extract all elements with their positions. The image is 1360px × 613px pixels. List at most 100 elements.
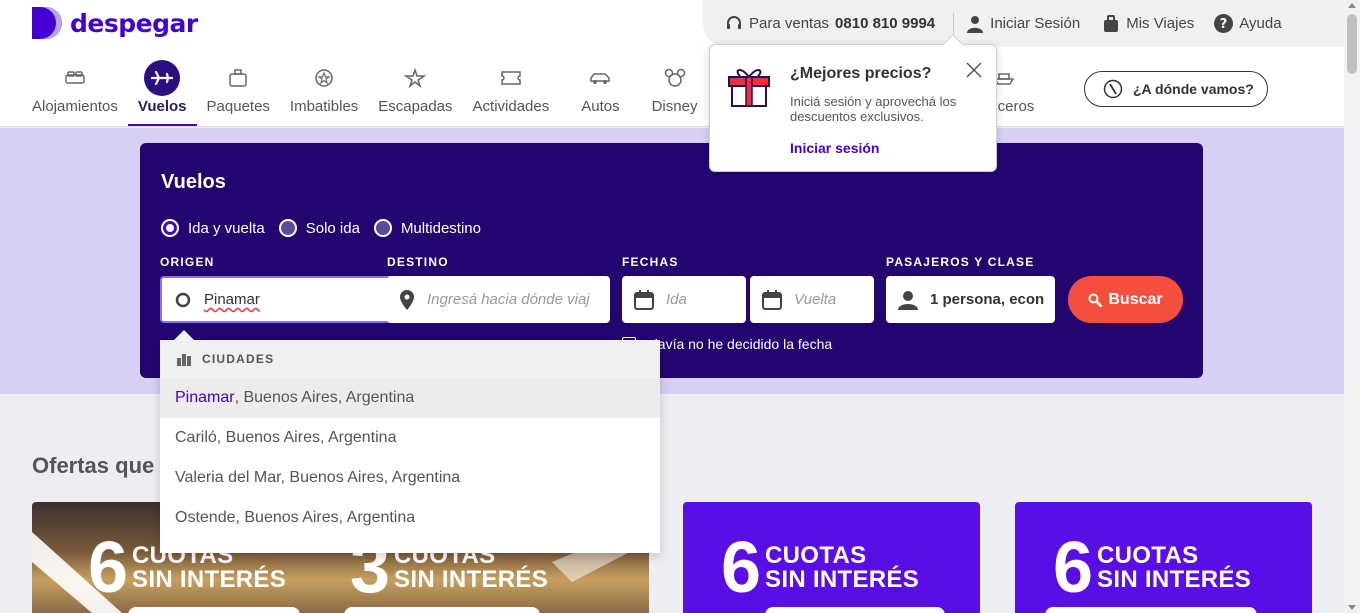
nav-label: Imbatibles [289, 98, 359, 115]
passengers-selector[interactable]: 1 persona, econ [886, 276, 1055, 323]
compass-icon [1103, 79, 1123, 99]
divider [953, 12, 955, 35]
promo-line2: SIN INTERÉS [1097, 566, 1252, 593]
promo-badge: 6 CUOTAS SIN INTERÉS [721, 528, 920, 608]
promo-line2: SIN INTERÉS [394, 566, 549, 593]
popover-body: Iniciá sesión y aprovechá los descuentos… [790, 94, 957, 124]
radio-dot [161, 219, 179, 237]
nav-label: Paquetes [206, 98, 270, 115]
origin-autocomplete: CIUDADES Pinamar, Buenos Aires, Argentin… [160, 330, 660, 553]
radio-solo-ida[interactable]: Solo ida [278, 219, 360, 237]
promo-pill [344, 607, 540, 613]
popover-title: ¿Mejores precios? [790, 65, 932, 82]
gift-icon [728, 69, 770, 107]
offer-card[interactable]: 6 CUOTAS SIN INTERÉS [1015, 502, 1312, 613]
option-rest: Ostende, Buenos Aires, Argentina [175, 509, 416, 526]
nav-item-alojamientos[interactable]: Alojamientos [22, 60, 128, 126]
dropdown-option[interactable]: Valeria del Mar, Buenos Aires, Argentina [160, 458, 660, 498]
svg-text:?: ? [1220, 17, 1228, 32]
suitcase-icon [1104, 14, 1119, 32]
promo-number: 6 [721, 528, 762, 608]
help-link[interactable]: ? Ayuda [1214, 14, 1282, 33]
close-icon[interactable] [965, 61, 983, 79]
star-icon [397, 60, 433, 96]
buildings-icon [177, 354, 191, 366]
login-link[interactable]: Iniciar Sesión [966, 15, 1080, 33]
promo-line2: SIN INTERÉS [132, 566, 287, 593]
headset-icon [727, 15, 741, 29]
promo-pill [765, 607, 945, 613]
promo-line2: SIN INTERÉS [765, 566, 920, 593]
user-icon [967, 15, 984, 33]
promo-line1: CUOTAS [765, 542, 867, 569]
promo-pill [128, 607, 300, 613]
location-pin-icon [400, 289, 414, 310]
dropdown-header-label: CIUDADES [202, 352, 275, 366]
logo-icon [32, 7, 62, 39]
search-button-label: Buscar [1108, 290, 1163, 308]
sales-phone[interactable]: Para ventas 0810 810 9994 [725, 15, 935, 33]
person-icon [898, 290, 918, 310]
header: despegar Para ventas 0810 810 9994 Inici… [0, 0, 1344, 127]
passengers-value: 1 persona, econ [930, 291, 1045, 308]
search-button[interactable]: Buscar [1068, 276, 1183, 323]
offer-card[interactable]: 6 CUOTAS SIN INTERÉS [683, 502, 980, 613]
radio-label: Solo ida [305, 219, 360, 237]
destination-input[interactable]: Ingresá hacia dónde viaj [387, 276, 610, 323]
luggage-icon [220, 60, 256, 96]
nav-item-vuelos[interactable]: Vuelos [127, 60, 197, 126]
radio-multidestino[interactable]: Multidestino [373, 219, 481, 237]
sales-prefix: Para ventas [749, 15, 830, 32]
nav-label: Disney [651, 98, 698, 115]
radio-label: Ida y vuelta [188, 219, 265, 237]
nav-item-disney[interactable]: Disney [642, 60, 708, 126]
scroll-down-arrow[interactable] [1348, 605, 1356, 610]
help-label: Ayuda [1239, 15, 1282, 32]
login-promo-popover: ¿Mejores precios? Iniciá sesión y aprove… [709, 34, 997, 172]
plane-icon [144, 60, 181, 96]
scroll-up-arrow[interactable] [1348, 3, 1356, 8]
origin-circle-icon [175, 292, 191, 307]
nav-label: Escapadas [378, 98, 453, 115]
nav-label: Vuelos [137, 98, 187, 115]
radio-ida-y-vuelta[interactable]: Ida y vuelta [161, 219, 265, 237]
search-icon [1088, 293, 1103, 307]
search-title: Vuelos [161, 171, 226, 193]
origin-input[interactable]: Pinamar [160, 276, 402, 323]
nav-item-imbatibles[interactable]: Imbatibles [280, 60, 368, 126]
dropdown-option[interactable]: Cariló, Buenos Aires, Argentina [160, 418, 660, 458]
option-rest: , Buenos Aires, Argentina [234, 389, 415, 406]
nav-item-escapadas[interactable]: Escapadas [368, 60, 462, 126]
my-trips-link[interactable]: Mis Viajes [1102, 14, 1194, 33]
nav-item-paquetes[interactable]: Paquetes [197, 60, 280, 126]
return-date-input[interactable]: Vuelta [750, 276, 874, 323]
promo-line1: CUOTAS [1097, 542, 1199, 569]
nav-item-autos[interactable]: Autos [559, 60, 641, 126]
depart-date-input[interactable]: Ida [622, 276, 746, 323]
sales-phone-number: 0810 810 9994 [835, 15, 936, 32]
origin-value: Pinamar [204, 291, 260, 308]
scroll-thumb[interactable] [1347, 14, 1357, 74]
where-to-go-label: ¿A dónde vamos? [1133, 81, 1254, 97]
nav-label: Actividades [472, 98, 550, 115]
dropdown-option[interactable]: Pinamar, Buenos Aires, Argentina [160, 378, 660, 418]
car-icon [582, 60, 618, 96]
promo-number: 6 [88, 528, 129, 608]
dropdown-option[interactable]: Ostende, Buenos Aires, Argentina [160, 498, 660, 538]
calendar-icon [634, 289, 654, 310]
radio-label: Multidestino [400, 219, 481, 237]
destination-placeholder: Ingresá hacia dónde viaj [427, 291, 590, 308]
calendar-icon [762, 289, 782, 310]
logo[interactable]: despegar [32, 7, 198, 39]
passengers-label: PASAJEROS Y CLASE [886, 255, 1035, 269]
nav-item-actividades[interactable]: Actividades [463, 60, 560, 126]
return-placeholder: Vuelta [794, 291, 837, 308]
where-to-go-button[interactable]: ¿A dónde vamos? [1084, 71, 1268, 107]
popover-login-link[interactable]: Iniciar sesión [790, 140, 879, 156]
promo-badge: 6 CUOTAS SIN INTERÉS [1053, 528, 1252, 608]
radio-dot [278, 219, 297, 237]
page-scrollbar[interactable] [1344, 0, 1360, 613]
promo-number: 6 [1053, 528, 1094, 608]
trip-type-radios: Ida y vuelta Solo ida Multidestino [161, 219, 481, 237]
dropdown-group-header: CIUDADES [160, 340, 660, 378]
